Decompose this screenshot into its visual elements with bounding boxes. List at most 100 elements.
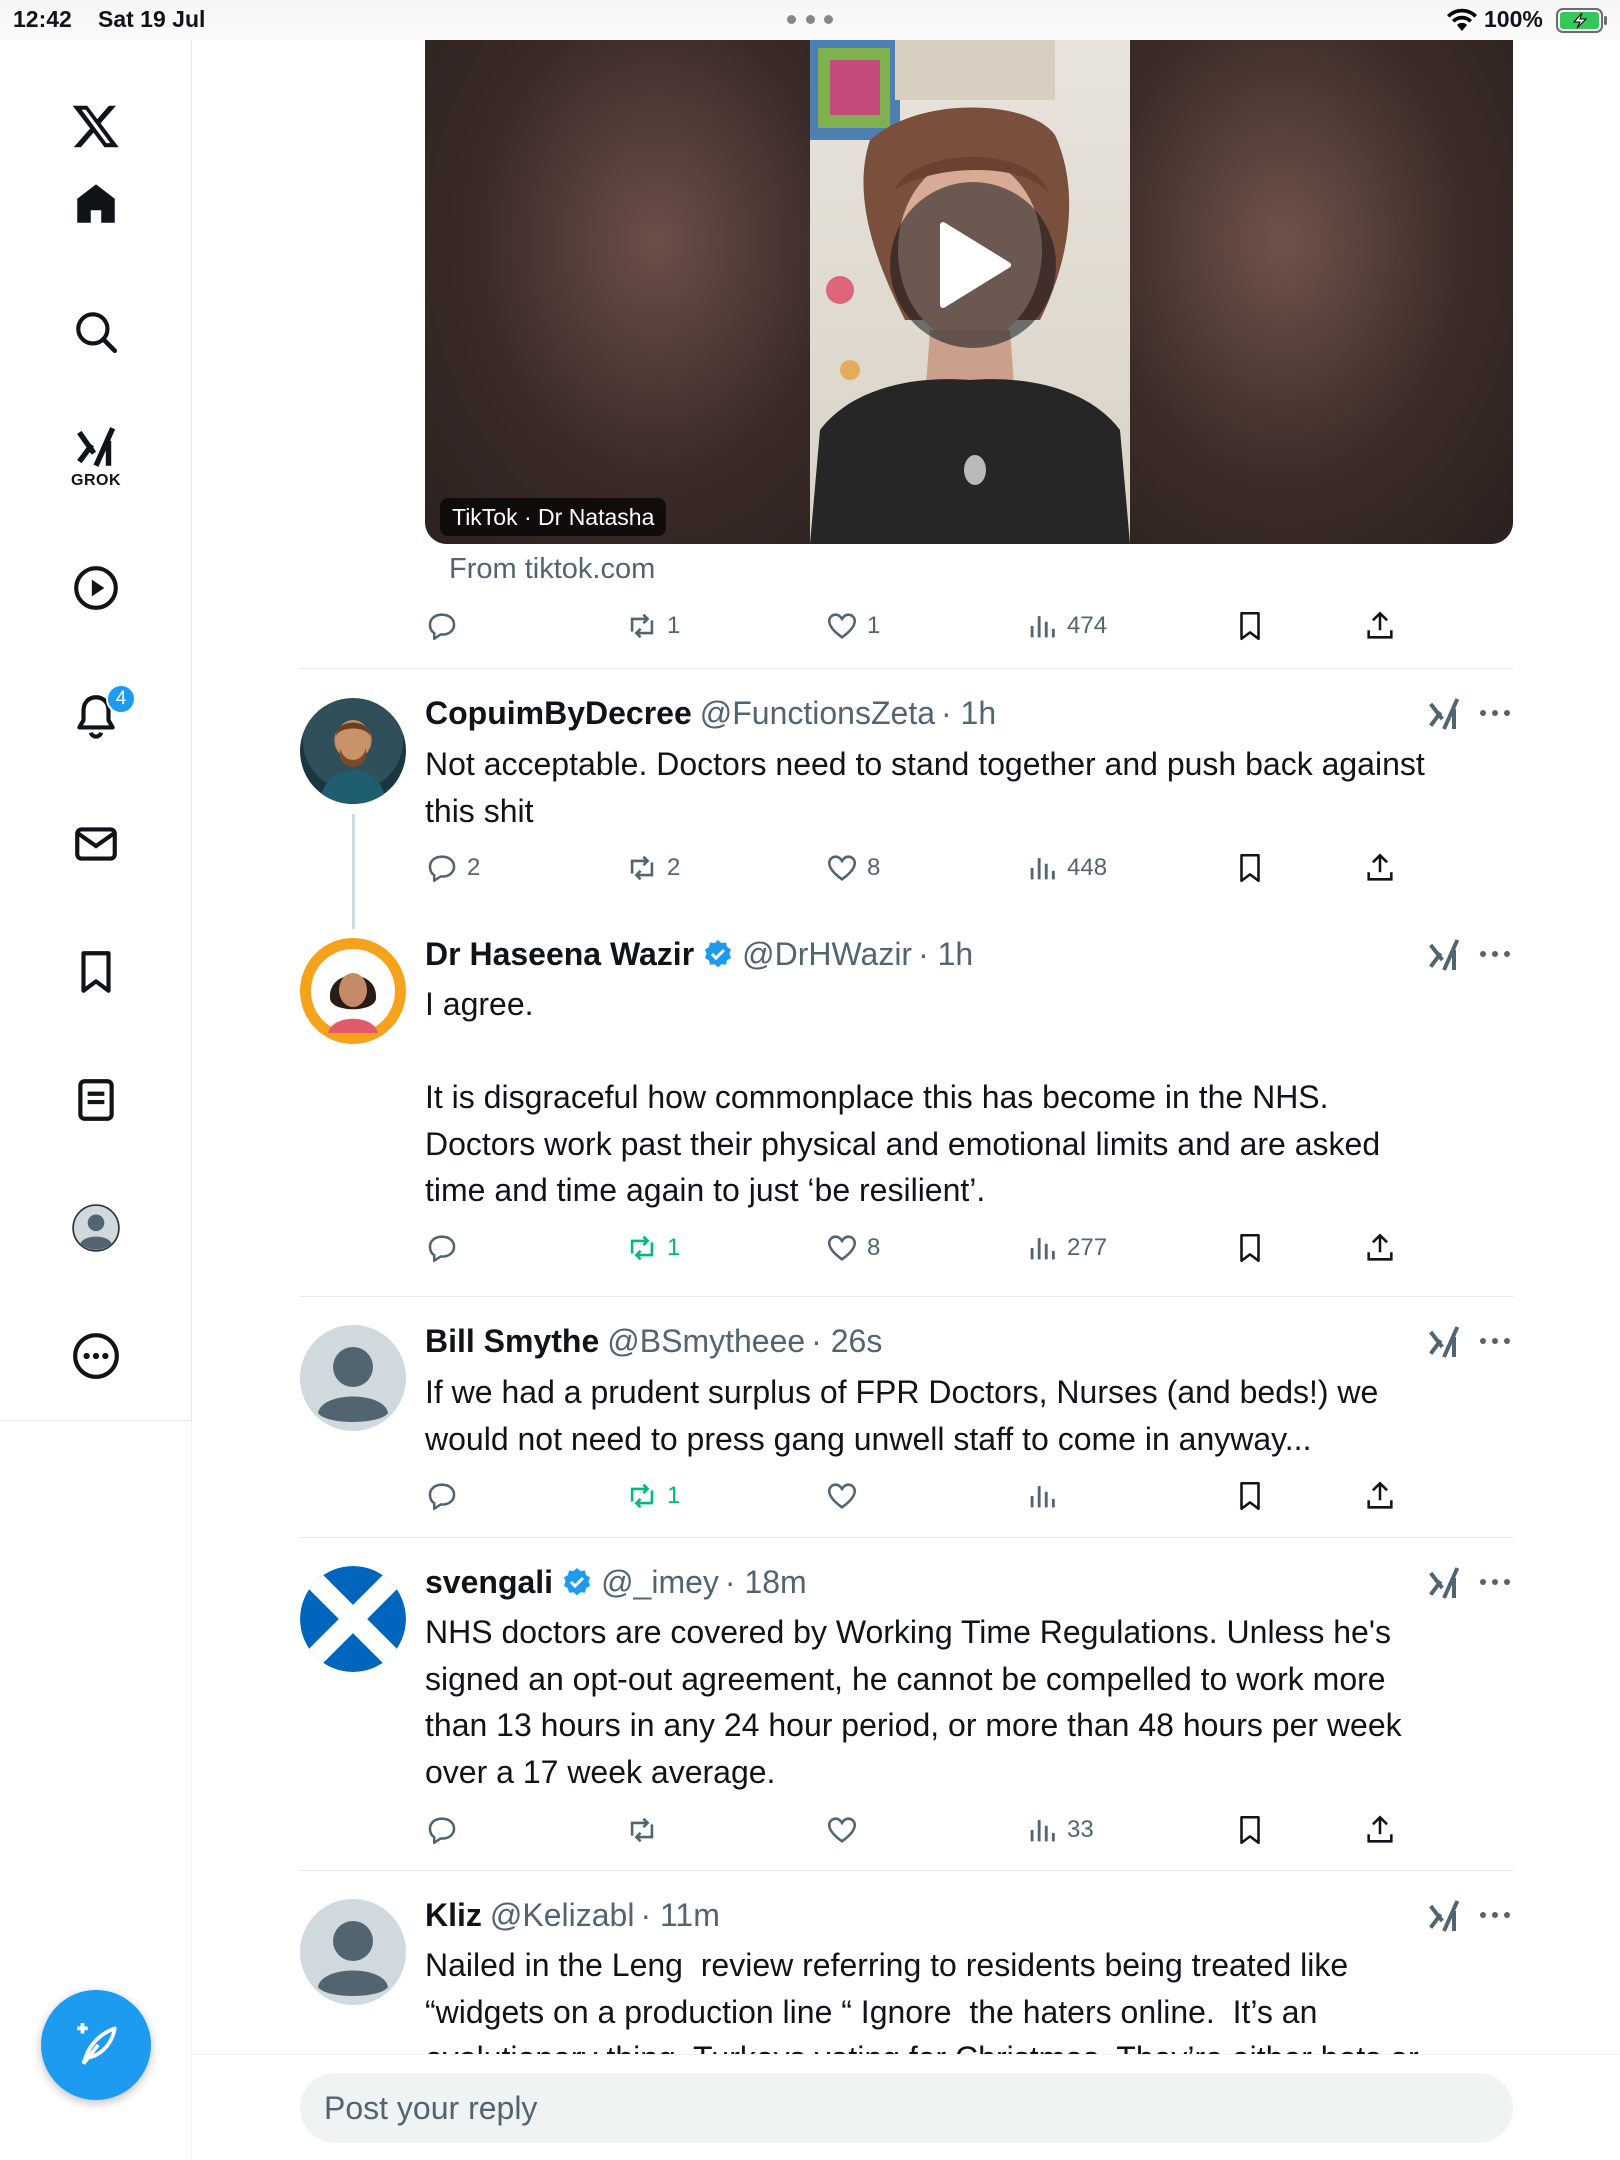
reply-icon [428, 613, 456, 641]
reply-input[interactable] [300, 2073, 1513, 2143]
post-time[interactable]: · 18m [725, 1564, 807, 1601]
home-icon[interactable] [60, 168, 132, 240]
more-options-icon[interactable] [1480, 1579, 1510, 1589]
reply-bar [192, 2054, 1620, 2160]
author-name[interactable]: Kliz [425, 1897, 482, 1934]
repost-icon [630, 1483, 654, 1509]
repost-icon [630, 855, 654, 881]
video-icon[interactable] [60, 552, 132, 624]
reply-icon [428, 1483, 456, 1511]
post-time[interactable]: · 1h [941, 695, 996, 732]
repost-button[interactable]: 1 [625, 1474, 680, 1518]
like-button[interactable]: 8 [825, 1226, 880, 1270]
avatar[interactable] [300, 1899, 406, 2005]
share-button[interactable] [1363, 604, 1397, 648]
author-name[interactable]: Dr Haseena Wazir [425, 936, 694, 973]
bookmark-button[interactable] [1233, 1226, 1267, 1270]
compose-post-button[interactable] [41, 1990, 151, 2100]
author-name[interactable]: Bill Smythe [425, 1323, 599, 1360]
avatar[interactable] [300, 1325, 406, 1431]
author-handle[interactable]: @DrHWazir [742, 936, 912, 973]
author-handle[interactable]: @Kelizabl [490, 1897, 635, 1934]
post-actions: 33 [425, 1808, 1425, 1852]
views-button[interactable]: 277 [1025, 1226, 1107, 1270]
post-text: Not acceptable. Doctors need to stand to… [425, 746, 1425, 829]
grok-icon[interactable]: GROK [60, 422, 132, 494]
repost-button[interactable] [625, 1808, 667, 1852]
like-button[interactable]: 8 [825, 846, 880, 890]
post-actions: 1 1 474 [425, 604, 1425, 648]
bookmark-button[interactable] [1233, 604, 1267, 648]
reply-button[interactable] [425, 604, 467, 648]
more-options-icon[interactable] [1480, 1912, 1510, 1922]
repost-button[interactable]: 2 [625, 846, 680, 890]
post-actions: 1 8 277 [425, 1226, 1425, 1270]
messages-icon[interactable] [60, 808, 132, 880]
more-options-icon[interactable] [1480, 1338, 1510, 1348]
reply-icon [428, 855, 456, 883]
avatar[interactable] [300, 938, 406, 1044]
sidebar-nav: GROK [0, 40, 192, 1420]
views-button[interactable]: 33 [1025, 1808, 1094, 1852]
reply-button[interactable]: 2 [425, 846, 480, 890]
reply-icon [428, 1817, 456, 1845]
author-handle[interactable]: @_imey [601, 1564, 719, 1601]
share-button[interactable] [1363, 846, 1397, 890]
bookmark-icon [1240, 1481, 1260, 1511]
thread-line [352, 814, 355, 929]
views-button[interactable]: 474 [1025, 604, 1107, 648]
profile-icon[interactable] [60, 1192, 132, 1264]
avatar[interactable] [300, 1566, 406, 1672]
bookmark-icon [1240, 611, 1260, 641]
repost-button[interactable]: 1 [625, 1226, 680, 1270]
post-actions: 1 [425, 1474, 1425, 1518]
tweet-header: svengali @_imey · 18m [425, 1561, 807, 1603]
app-window: { "status_bar": {"time": "12:42", "date"… [0, 0, 1620, 2160]
share-button[interactable] [1363, 1808, 1397, 1852]
bookmark-button[interactable] [1233, 846, 1267, 890]
post-time[interactable]: · 1h [918, 936, 973, 973]
bookmark-button[interactable] [1233, 1808, 1267, 1852]
heart-icon [827, 1483, 857, 1509]
multitasking-dots-icon[interactable] [787, 15, 833, 25]
repost-button[interactable]: 1 [625, 604, 680, 648]
bookmark-button[interactable] [1233, 1474, 1267, 1518]
like-button[interactable] [825, 1474, 867, 1518]
grok-explain-icon[interactable] [1424, 935, 1464, 975]
video-blur-right [1130, 40, 1513, 544]
post-time[interactable]: · 11m [640, 1897, 719, 1934]
like-button[interactable]: 1 [825, 604, 880, 648]
search-icon[interactable] [60, 296, 132, 368]
video-source-link[interactable]: From tiktok.com [449, 553, 655, 586]
author-name[interactable]: svengali [425, 1564, 553, 1601]
share-button[interactable] [1363, 1474, 1397, 1518]
reply-button[interactable] [425, 1808, 467, 1852]
battery-charging-icon [1556, 8, 1607, 33]
grok-explain-icon[interactable] [1424, 694, 1464, 734]
repost-icon [630, 1817, 654, 1843]
bookmarks-icon[interactable] [60, 936, 132, 1008]
heart-icon [827, 1235, 857, 1261]
lists-icon[interactable] [60, 1064, 132, 1136]
more-options-icon[interactable] [1480, 951, 1510, 961]
author-handle[interactable]: @FunctionsZeta [700, 695, 935, 732]
more-options-icon[interactable] [1480, 710, 1510, 720]
views-button[interactable] [1025, 1474, 1067, 1518]
like-button[interactable] [825, 1808, 867, 1852]
post-time[interactable]: · 26s [811, 1323, 882, 1360]
author-name[interactable]: CopuimByDecree [425, 695, 692, 732]
views-icon [1030, 1238, 1055, 1260]
avatar[interactable] [300, 698, 406, 804]
share-button[interactable] [1363, 1226, 1397, 1270]
heart-icon [827, 613, 857, 639]
x-logo-icon[interactable] [60, 90, 132, 162]
author-handle[interactable]: @BSmytheee [607, 1323, 805, 1360]
play-button[interactable] [890, 182, 1056, 348]
grok-explain-icon[interactable] [1424, 1896, 1464, 1936]
reply-button[interactable] [425, 1474, 467, 1518]
more-icon[interactable] [60, 1320, 132, 1392]
grok-explain-icon[interactable] [1424, 1322, 1464, 1362]
reply-button[interactable] [425, 1226, 467, 1270]
grok-explain-icon[interactable] [1424, 1563, 1464, 1603]
views-button[interactable]: 448 [1025, 846, 1107, 890]
